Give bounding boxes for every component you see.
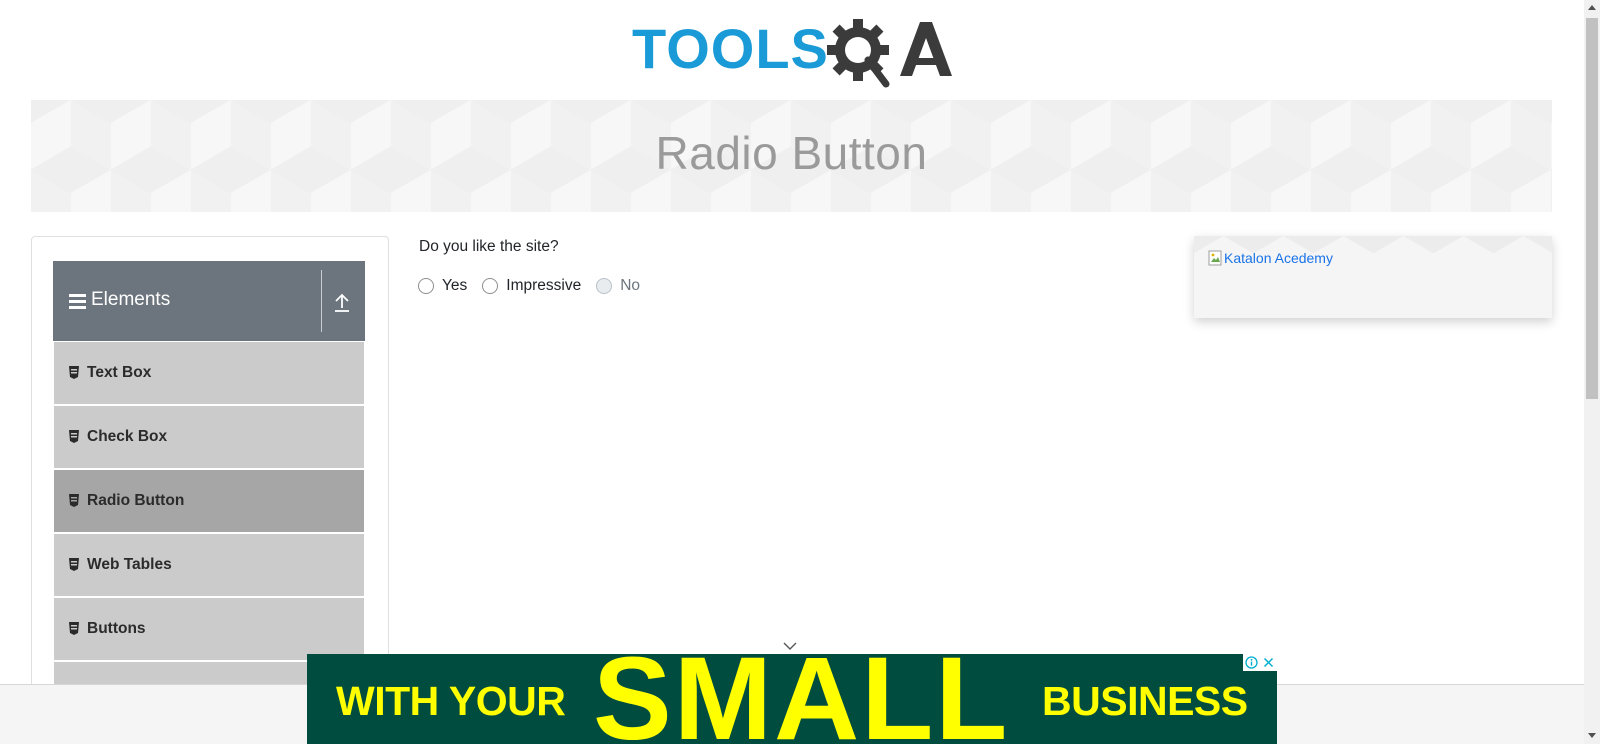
bottom-banner-ad[interactable]: WITH YOUR SMALL BUSINESS [307, 654, 1277, 744]
page-title: Radio Button [655, 127, 928, 179]
toolsqa-logo[interactable]: TOOLS [632, 14, 956, 92]
sidebar-item-radio-button[interactable]: Radio Button [54, 470, 364, 532]
radio-input-no [596, 278, 613, 294]
radio-label-yes[interactable]: Yes [442, 277, 467, 295]
hamburger-icon [69, 294, 86, 309]
radio-input-impressive[interactable] [482, 278, 499, 294]
group-header-elements[interactable]: Elements [53, 261, 365, 341]
radio-option-yes[interactable]: Yes [418, 277, 467, 295]
html5-icon [69, 365, 79, 379]
header: TOOLS [0, 0, 1584, 100]
sidebar-item-label: Check Box [87, 428, 168, 445]
page-banner: Radio Button [31, 100, 1552, 212]
logo-letter-a [900, 22, 952, 76]
sidebar-item-label: Radio Button [87, 492, 185, 509]
scroll-down-arrow-icon[interactable] [1588, 733, 1596, 738]
logo-text-tools: TOOLS [632, 17, 829, 80]
group-title-label: Elements [91, 289, 171, 310]
radio-label-no: No [620, 277, 641, 294]
ad-text-right: BUSINESS [1042, 678, 1248, 724]
divider [321, 270, 322, 332]
scroll-thumb[interactable] [1586, 18, 1598, 399]
radio-option-impressive[interactable]: Impressive [482, 277, 581, 295]
sidebar-item-web-tables[interactable]: Web Tables [54, 534, 364, 596]
chevron-down-icon[interactable] [782, 640, 798, 652]
radio-label-impressive[interactable]: Impressive [506, 277, 581, 295]
html5-icon [69, 557, 79, 571]
radio-group: Yes Impressive No [418, 277, 655, 295]
ad-alt-text[interactable]: Katalon Acedemy [1224, 250, 1333, 266]
html5-icon [69, 493, 79, 507]
question-text: Do you like the site? [419, 238, 559, 255]
html5-icon [69, 429, 79, 443]
ad-link[interactable]: Katalon Acedemy [1208, 250, 1333, 266]
left-panel: Elements Text Box Check Box Radio Button… [31, 236, 389, 706]
ad-card[interactable]: Katalon Acedemy [1194, 236, 1552, 318]
html5-icon [69, 621, 79, 635]
scroll-up-arrow-icon[interactable] [1588, 5, 1596, 10]
collapse-arrow-up-icon[interactable] [330, 291, 354, 315]
ad-text-left: WITH YOUR [336, 678, 566, 724]
broken-image-icon [1208, 250, 1222, 266]
sidebar-item-check-box[interactable]: Check Box [54, 406, 364, 468]
radio-input-yes[interactable] [418, 278, 434, 294]
sidebar-item-buttons[interactable]: Buttons [54, 598, 364, 660]
vertical-scrollbar[interactable] [1584, 0, 1600, 744]
adchoices[interactable] [1243, 654, 1277, 671]
sidebar-menu: Text Box Check Box Radio Button Web Tabl… [54, 342, 364, 705]
close-icon[interactable] [1262, 656, 1275, 669]
group-title[interactable]: Elements [69, 289, 170, 311]
sidebar-item-label: Text Box [87, 364, 152, 381]
sidebar-item-label: Web Tables [87, 556, 172, 573]
gear-icon [827, 19, 890, 88]
sidebar-item-text-box[interactable]: Text Box [54, 342, 364, 404]
radio-option-no: No [596, 277, 640, 295]
sidebar-item-label: Buttons [87, 620, 146, 637]
ad-text-big: SMALL [593, 654, 1010, 744]
info-icon[interactable] [1245, 656, 1258, 669]
